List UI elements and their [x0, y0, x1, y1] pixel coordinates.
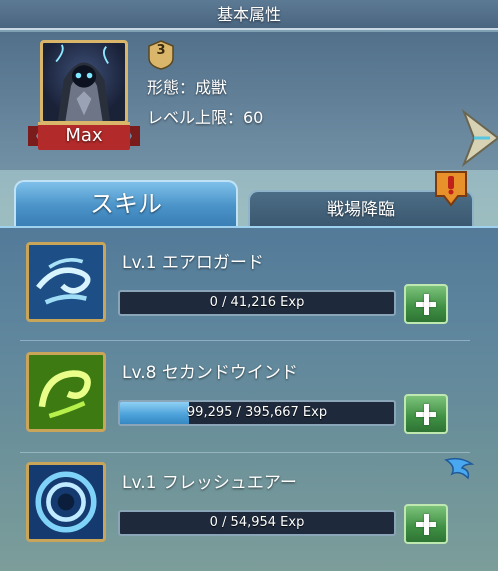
skill-name: Lv.1 フレッシュエアー [122, 473, 297, 493]
rank-number: 3 [156, 43, 166, 58]
upgrade-plus-button[interactable] [404, 504, 448, 544]
green-wind-icon[interactable] [26, 352, 106, 432]
skill-name: Lv.1 エアロガード [122, 253, 264, 273]
hooded-hero-icon [55, 44, 110, 121]
skill-row: Lv.8 セカンドウインド 99,295 / 395,667 Exp [0, 346, 480, 456]
side-arrow-icon[interactable] [460, 108, 498, 168]
exp-bar: 0 / 41,216 Exp [118, 290, 396, 316]
upgrade-plus-button[interactable] [404, 284, 448, 324]
rank-badge: 3 [148, 40, 174, 70]
exp-bar: 0 / 54,954 Exp [118, 510, 396, 536]
exp-text: 0 / 54,954 Exp [209, 515, 305, 530]
air-vortex-icon[interactable] [26, 462, 106, 542]
hero-info-panel: Max 3 形態：成獣 レベル上限：60 [0, 32, 498, 170]
upgrade-plus-button[interactable] [404, 394, 448, 434]
wind-swirl-icon[interactable] [26, 242, 106, 322]
divider [20, 452, 470, 453]
hero-portrait[interactable] [40, 40, 128, 124]
skill-row: Lv.1 フレッシュエアー 0 / 54,954 Exp [0, 456, 480, 566]
skill-row: Lv.1 エアロガード 0 / 41,216 Exp [0, 236, 480, 346]
skill-name: Lv.8 セカンドウインド [122, 363, 298, 383]
exp-text: 0 / 41,216 Exp [209, 295, 305, 310]
level-cap-text: レベル上限：60 [147, 108, 264, 127]
divider [20, 340, 470, 341]
max-label: Max [65, 125, 103, 146]
panel-title: 基本属性 [0, 0, 498, 30]
max-level-ribbon: Max [28, 122, 140, 150]
exp-text: 99,295 / 395,667 Exp [186, 405, 328, 420]
tab-skill[interactable]: スキル [14, 180, 238, 226]
exclamation-alert-icon[interactable] [432, 168, 470, 208]
form-text: 形態：成獣 [147, 78, 228, 97]
exp-bar: 99,295 / 395,667 Exp [118, 400, 396, 426]
